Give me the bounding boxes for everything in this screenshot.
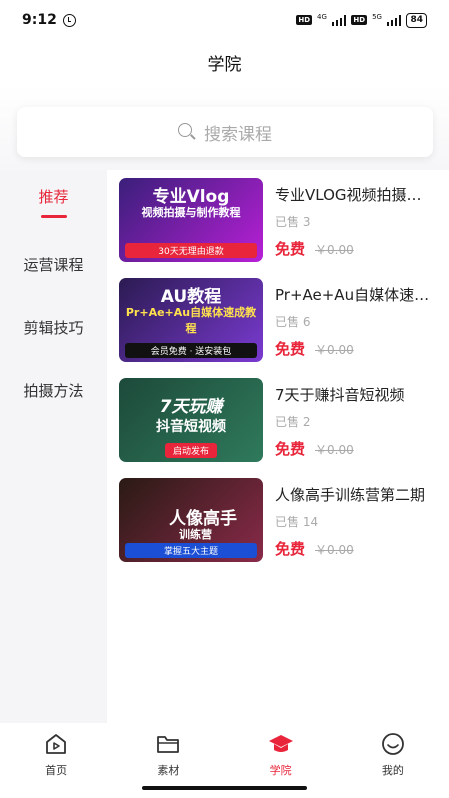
course-thumbnail: 人像高手 训练营 掌握五大主题: [119, 478, 263, 562]
thumb-tag: 启动发布: [165, 443, 217, 458]
sidebar-item-editing[interactable]: 剪辑技巧: [0, 296, 107, 359]
thumb-subtitle: Pr+Ae+Au自媒体速成教程: [125, 306, 257, 335]
course-item[interactable]: 专业Vlog 视频拍摄与制作教程 30天无理由退款 专业VLOG视频拍摄与制作教…: [119, 178, 441, 264]
status-time: 9:12: [22, 12, 57, 28]
price-original: ￥0.00: [315, 543, 354, 557]
course-price: 免费 ￥0.00: [275, 338, 435, 359]
folder-icon: [157, 736, 180, 753]
active-indicator: [40, 214, 67, 218]
thumb-title: 7天玩赚: [159, 397, 223, 417]
search-area: 搜索课程: [0, 84, 449, 170]
tab-label: 学院: [269, 764, 292, 777]
thumb-subtitle: 视频拍摄与制作教程: [141, 206, 241, 219]
thumb-tag: 30天无理由退款: [125, 243, 257, 258]
page-header: 学院: [0, 40, 449, 84]
course-item[interactable]: 人像高手 训练营 掌握五大主题 人像高手训练营第二期 已售 14 免费 ￥0.0…: [119, 478, 441, 564]
signal-icon-1: [331, 14, 347, 26]
home-indicator: [142, 786, 307, 790]
price-original: ￥0.00: [315, 443, 354, 457]
price-free: 免费: [275, 340, 306, 358]
battery-icon: 84: [406, 12, 427, 28]
course-sold: 已售 3: [275, 215, 311, 229]
signal-icon-2: [386, 14, 402, 26]
search-placeholder: 搜索课程: [204, 124, 272, 145]
tab-home[interactable]: 首页: [0, 723, 112, 798]
network-label-1: 4G: [317, 13, 327, 21]
course-list: 专业Vlog 视频拍摄与制作教程 30天无理由退款 专业VLOG视频拍摄与制作教…: [107, 170, 449, 723]
course-sold: 已售 2: [275, 415, 311, 429]
price-free: 免费: [275, 540, 306, 558]
course-info: Pr+Ae+Au自媒体速成教程 已售 6 免费 ￥0.00: [275, 278, 435, 364]
course-item[interactable]: AU教程 Pr+Ae+Au自媒体速成教程 会员免费 · 送安装包 Pr+Ae+A…: [119, 278, 441, 364]
course-sold: 已售 6: [275, 315, 311, 329]
hd-badge-2: HD: [351, 15, 368, 25]
alarm-icon: [62, 13, 76, 27]
course-item[interactable]: 7天玩赚 抖音短视频 启动发布 7天于赚抖音短视频 已售 2 免费 ￥0.00: [119, 378, 441, 464]
course-sold: 已售 14: [275, 515, 319, 529]
status-left: 9:12: [22, 12, 76, 28]
course-title: 7天于赚抖音短视频: [275, 386, 405, 404]
price-original: ￥0.00: [315, 343, 354, 357]
sidebar-item-label: 运营课程: [23, 256, 84, 274]
thumb-subtitle: 训练营: [179, 528, 212, 541]
tab-label: 我的: [381, 764, 404, 777]
course-thumbnail: AU教程 Pr+Ae+Au自媒体速成教程 会员免费 · 送安装包: [119, 278, 263, 362]
sidebar-item-label: 拍摄方法: [23, 382, 84, 400]
tab-profile[interactable]: 我的: [337, 723, 449, 798]
status-bar: 9:12 HD 4G HD 5G 84: [0, 0, 449, 40]
thumb-tag: 掌握五大主题: [125, 543, 257, 558]
status-right: HD 4G HD 5G 84: [296, 12, 427, 28]
category-sidebar: 推荐 运营课程 剪辑技巧 拍摄方法: [0, 170, 107, 723]
price-original: ￥0.00: [315, 243, 354, 257]
sidebar-item-shooting[interactable]: 拍摄方法: [0, 359, 107, 422]
search-icon: [178, 123, 196, 141]
course-title: 人像高手训练营第二期: [275, 486, 426, 504]
course-info: 7天于赚抖音短视频 已售 2 免费 ￥0.00: [275, 378, 435, 464]
thumb-subtitle: 抖音短视频: [156, 419, 226, 435]
course-info: 人像高手训练营第二期 已售 14 免费 ￥0.00: [275, 478, 435, 564]
sidebar-item-recommended[interactable]: 推荐: [0, 170, 107, 233]
tab-label: 素材: [157, 764, 180, 777]
graduation-cap-icon: [268, 735, 293, 752]
sidebar-item-operations[interactable]: 运营课程: [0, 233, 107, 296]
page-title: 学院: [207, 54, 242, 75]
sidebar-item-label: 剪辑技巧: [23, 319, 84, 337]
profile-icon: [381, 733, 404, 755]
course-price: 免费 ￥0.00: [275, 438, 435, 459]
course-price: 免费 ￥0.00: [275, 538, 435, 559]
network-label-2: 5G: [372, 13, 382, 21]
course-thumbnail: 7天玩赚 抖音短视频 启动发布: [119, 378, 263, 462]
hd-badge-1: HD: [296, 15, 313, 25]
course-price: 免费 ￥0.00: [275, 238, 435, 259]
course-thumbnail: 专业Vlog 视频拍摄与制作教程 30天无理由退款: [119, 178, 263, 262]
search-input[interactable]: 搜索课程: [17, 107, 433, 157]
thumb-tag: 会员免费 · 送安装包: [125, 343, 257, 358]
course-title: Pr+Ae+Au自媒体速成教程: [275, 286, 435, 304]
course-info: 专业VLOG视频拍摄与制作教程 已售 3 免费 ￥0.00: [275, 178, 435, 264]
tab-label: 首页: [45, 764, 68, 777]
price-free: 免费: [275, 440, 306, 458]
home-icon: [46, 734, 67, 754]
price-free: 免费: [275, 240, 306, 258]
course-title: 专业VLOG视频拍摄与制作教程: [275, 186, 435, 204]
sidebar-item-label: 推荐: [38, 187, 69, 206]
